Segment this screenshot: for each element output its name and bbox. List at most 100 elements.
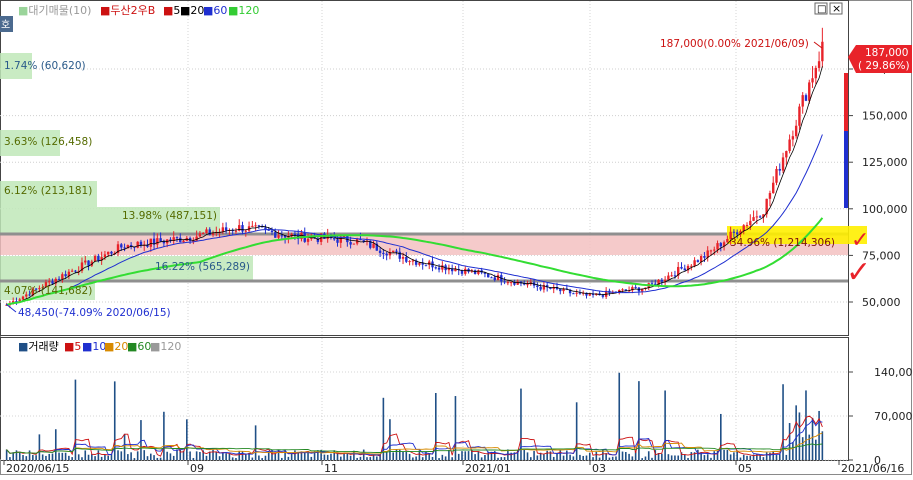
price-panel-frame	[0, 0, 849, 336]
candle-body	[257, 225, 261, 227]
candle-body	[74, 270, 77, 272]
candle-body	[650, 283, 654, 285]
candle-body	[221, 227, 225, 232]
candle-body	[244, 230, 247, 232]
candle-body	[526, 284, 529, 286]
candle-body	[788, 139, 791, 152]
candle-body	[120, 244, 123, 248]
range-bar-down	[844, 131, 848, 208]
candle-body	[57, 278, 61, 280]
legend-vol-ma10: ■10	[82, 340, 106, 353]
candle-body	[539, 286, 542, 290]
candle-body	[572, 293, 575, 295]
candle-body	[378, 250, 382, 253]
candle-body	[398, 251, 401, 259]
date-tick-label: 2021/01	[465, 462, 511, 475]
candle-body	[601, 295, 605, 297]
candle-body	[234, 230, 238, 232]
profile-label-7: 34.96% (1,214,306)	[730, 237, 835, 249]
candle-body	[205, 229, 208, 234]
candle-body	[84, 260, 87, 263]
candle-body	[817, 61, 821, 68]
candle-body	[159, 238, 162, 242]
date-tick-label: 2021/06/16	[841, 462, 904, 475]
candle-body	[673, 275, 677, 277]
candle-body	[254, 225, 257, 227]
candle-body	[385, 253, 388, 256]
current-price-change: ( 29.86%)	[858, 60, 910, 72]
price-tick-label: 125,000	[862, 156, 908, 169]
candle-body	[768, 193, 772, 199]
candle-body	[162, 241, 166, 244]
side-tab-label: 호	[1, 19, 10, 31]
candle-body	[621, 289, 624, 291]
candle-body	[690, 265, 693, 267]
candle-body	[699, 255, 703, 262]
candle-body	[735, 232, 739, 235]
date-tick-label: 09	[190, 462, 204, 475]
candle-body	[758, 216, 762, 218]
date-tick-label: 11	[324, 462, 338, 475]
candle-body	[182, 240, 185, 243]
candle-body	[503, 281, 506, 283]
candle-body	[755, 216, 759, 218]
legend-vol-ma20: ■20	[104, 340, 128, 353]
candle-body	[752, 217, 755, 221]
candle-body	[434, 267, 437, 269]
legend-ma120: ■120	[228, 4, 259, 17]
candle-body	[634, 287, 637, 289]
candle-body	[493, 277, 496, 281]
range-bar-up	[844, 73, 848, 131]
price-legend: ■대기매물(10) ■두산2우B ■5 ■20 ■60 ■120	[18, 4, 259, 17]
candle-body	[241, 225, 244, 232]
candle-body	[408, 261, 411, 263]
candle-body	[424, 264, 428, 266]
profile-label-4: 13.98% (487,151)	[122, 210, 217, 222]
volume-tick-label: 70,000	[874, 410, 913, 423]
candle-body	[139, 241, 143, 246]
candle-body	[175, 237, 179, 239]
candle-body	[660, 279, 664, 282]
candle-body	[106, 251, 110, 255]
legend-vol-ma60: ■60	[127, 340, 151, 353]
price-tick-label: 100,000	[862, 203, 908, 216]
profile-label-3: 6.12% (213,181)	[4, 185, 92, 197]
candle-body	[392, 250, 395, 253]
candle-body	[70, 270, 74, 272]
current-price-value: 187,000	[865, 47, 908, 59]
price-tick-label: 50,000	[862, 296, 901, 309]
candle-body	[804, 95, 808, 101]
candle-body	[811, 78, 814, 83]
candle-body	[693, 260, 696, 266]
candle-body	[110, 251, 113, 254]
candle-body	[791, 136, 795, 140]
legend-ma5: ■5	[163, 4, 180, 17]
profile-label-1: 1.74% (60,620)	[4, 60, 86, 72]
high-annotation: 187,000(0.00% 2021/06/09)	[660, 38, 809, 50]
candle-body	[149, 238, 152, 247]
profile-label-6: 4.07% (141,682)	[4, 285, 92, 297]
profile-label-5: 16.22% (565,289)	[155, 261, 250, 273]
candle-body	[136, 241, 139, 248]
chart-canvas: 1.74% (60,620) 3.63% (126,458) 6.12% (21…	[0, 0, 913, 475]
date-tick-label: 03	[592, 462, 606, 475]
candle-body	[93, 255, 97, 262]
candle-body	[716, 243, 719, 250]
candle-body	[798, 106, 801, 126]
candle-body	[821, 41, 824, 62]
candle-body	[794, 125, 798, 137]
date-tick-label: 05	[738, 462, 752, 475]
candle-body	[624, 289, 628, 291]
candle-body	[703, 255, 706, 258]
low-annotation: 48,450(-74.09% 2020/06/15)	[18, 307, 171, 319]
candle-body	[349, 242, 352, 245]
candle-body	[726, 238, 729, 243]
candle-body	[64, 274, 67, 277]
candle-body	[201, 233, 205, 235]
candle-body	[509, 282, 513, 284]
candle-body	[418, 263, 421, 265]
candle-body	[772, 182, 775, 194]
candle-body	[51, 281, 54, 284]
candle-body	[745, 225, 749, 227]
candle-body	[575, 292, 578, 294]
